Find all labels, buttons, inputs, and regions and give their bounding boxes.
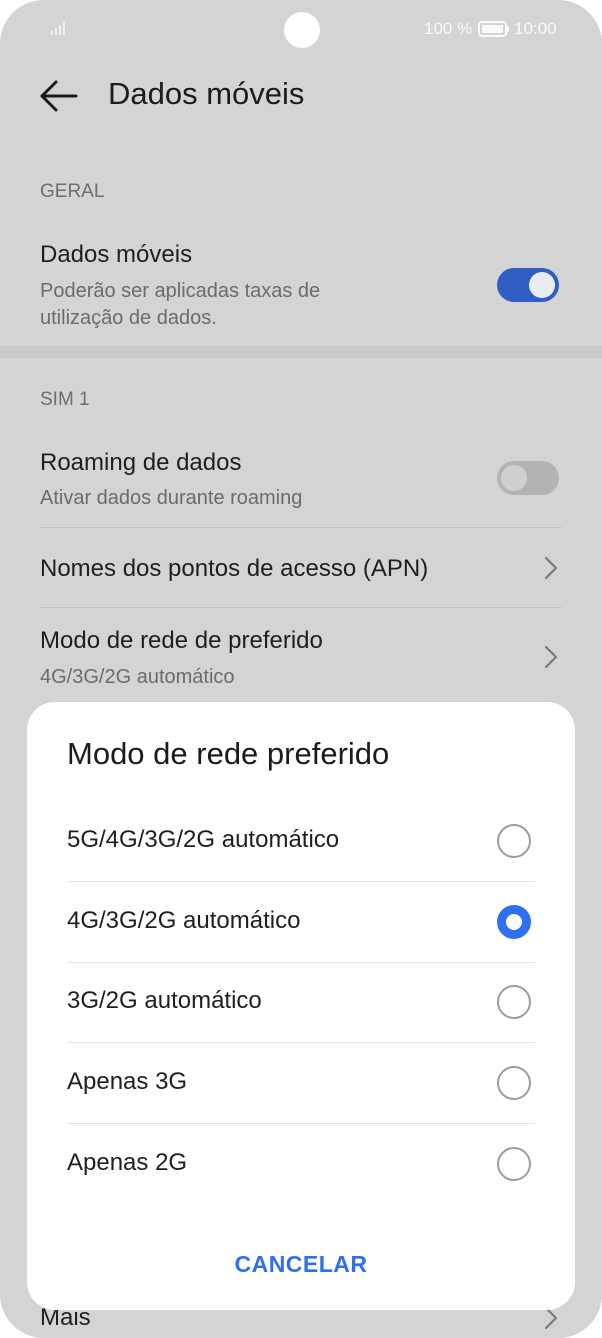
status-time: 10:00 bbox=[514, 19, 557, 38]
page-title: Dados móveis bbox=[108, 76, 305, 111]
option-label: 4G/3G/2G automático bbox=[67, 907, 301, 934]
phone-frame: 100 % 10:00 Dados móveis GERAL Dados móv… bbox=[0, 0, 602, 1338]
network-mode-title: Modo de rede de preferido bbox=[40, 627, 323, 654]
radio-button[interactable] bbox=[497, 985, 531, 1019]
dialog-title: Modo de rede preferido bbox=[67, 736, 390, 771]
roaming-subtitle: Ativar dados durante roaming bbox=[40, 487, 303, 509]
radio-button[interactable] bbox=[497, 1066, 531, 1100]
toggle-knob bbox=[529, 272, 555, 298]
option-divider bbox=[67, 881, 535, 882]
option-divider bbox=[67, 1123, 535, 1124]
status-bar: 100 % 10:00 bbox=[0, 0, 602, 60]
section-separator bbox=[0, 346, 602, 358]
cancel-button[interactable]: CANCELAR bbox=[201, 1242, 401, 1286]
option-label: Apenas 2G bbox=[67, 1149, 188, 1176]
battery-icon bbox=[478, 21, 509, 37]
section-label-sim1: SIM 1 bbox=[40, 389, 90, 410]
option-4g-3g-2g[interactable]: 4G/3G/2G automático bbox=[67, 883, 535, 963]
network-mode-dialog: Modo de rede preferido 5G/4G/3G/2G autom… bbox=[27, 702, 575, 1310]
mobile-data-subtitle-line1: Poderão ser aplicadas taxas de bbox=[40, 280, 321, 302]
settings-screen: 100 % 10:00 Dados móveis GERAL Dados móv… bbox=[0, 0, 602, 1338]
roaming-toggle[interactable] bbox=[497, 461, 559, 495]
row-divider bbox=[40, 527, 562, 528]
roaming-title: Roaming de dados bbox=[40, 449, 242, 476]
radio-button[interactable] bbox=[497, 1147, 531, 1181]
arrow-left-icon bbox=[40, 80, 78, 112]
toggle-knob bbox=[501, 465, 527, 491]
radio-button-selected[interactable] bbox=[497, 905, 531, 939]
network-mode-subtitle: 4G/3G/2G automático bbox=[40, 666, 235, 688]
option-label: Apenas 3G bbox=[67, 1068, 188, 1095]
mobile-data-toggle[interactable] bbox=[497, 268, 559, 302]
signal-icon bbox=[51, 22, 65, 35]
option-2g-only[interactable]: Apenas 2G bbox=[67, 1125, 535, 1205]
option-3g-2g[interactable]: 3G/2G automático bbox=[67, 963, 535, 1043]
camera-cutout bbox=[284, 12, 320, 48]
option-3g-only[interactable]: Apenas 3G bbox=[67, 1044, 535, 1124]
radio-button[interactable] bbox=[497, 824, 531, 858]
chevron-right-icon bbox=[544, 556, 558, 580]
mobile-data-subtitle-line2: utilização de dados. bbox=[40, 307, 217, 329]
battery-percentage: 100 % bbox=[424, 19, 473, 38]
apn-title: Nomes dos pontos de acesso (APN) bbox=[40, 555, 429, 582]
chevron-right-icon bbox=[544, 645, 558, 669]
mobile-data-title: Dados móveis bbox=[40, 241, 193, 268]
option-label: 5G/4G/3G/2G automático bbox=[67, 826, 340, 853]
option-5g-4g-3g-2g[interactable]: 5G/4G/3G/2G automático bbox=[67, 802, 535, 882]
row-divider bbox=[40, 607, 562, 608]
option-divider bbox=[67, 1042, 535, 1043]
section-label-general: GERAL bbox=[40, 181, 105, 202]
option-label: 3G/2G automático bbox=[67, 987, 262, 1014]
back-button[interactable] bbox=[36, 74, 84, 118]
